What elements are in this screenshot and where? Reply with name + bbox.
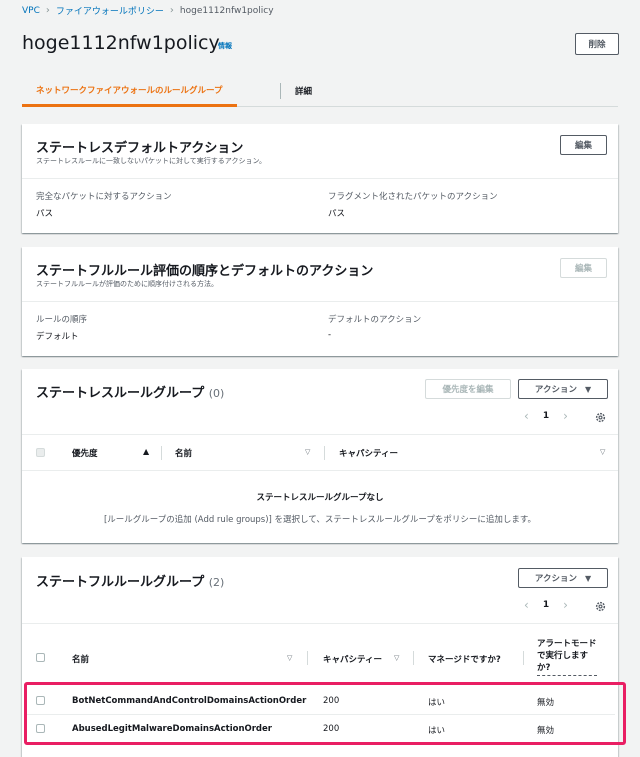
column-separator bbox=[161, 446, 162, 460]
stateful-rule-groups-panel: ステートフルルールグループ (2) アクション ▼ ‹ 1 › 名前 ▽ キャパ… bbox=[22, 557, 618, 757]
panel-description: ステートフルルールが評価のために順序付けされる方法。 bbox=[36, 280, 218, 288]
column-header-managed[interactable]: マネージドですか? bbox=[428, 653, 501, 665]
column-header-name[interactable]: 名前 bbox=[175, 447, 192, 459]
sort-icon[interactable]: ▽ bbox=[305, 448, 310, 456]
caret-down-icon: ▼ bbox=[584, 384, 592, 394]
empty-state-title: ステートレスルールグループなし bbox=[256, 493, 384, 503]
column-header-capacity[interactable]: キャパシティー bbox=[323, 653, 382, 665]
divider bbox=[22, 434, 618, 435]
column-separator bbox=[324, 446, 325, 460]
tab-details[interactable]: 詳細 bbox=[295, 75, 312, 107]
rule-group-count: (0) bbox=[208, 387, 225, 400]
breadcrumb-firewall-policies-link[interactable]: ファイアウォールポリシー bbox=[56, 4, 164, 17]
full-packet-action-label: 完全なパケットに対するアクション bbox=[36, 192, 172, 202]
chevron-right-icon[interactable]: › bbox=[563, 598, 568, 612]
alert-header-line: で実行します bbox=[537, 651, 589, 661]
fragment-action-label: フラグメント化されたパケットのアクション bbox=[328, 192, 498, 202]
alert-header-line: か? bbox=[537, 663, 551, 673]
info-link[interactable]: 情報 bbox=[218, 41, 232, 51]
row-checkbox[interactable] bbox=[36, 696, 45, 705]
pagination: ‹ 1 › bbox=[524, 598, 568, 612]
actions-dropdown-button[interactable]: アクション ▼ bbox=[518, 568, 608, 588]
rule-order-value: デフォルト bbox=[36, 332, 79, 342]
select-all-checkbox[interactable] bbox=[36, 653, 45, 662]
actions-dropdown-button[interactable]: アクション ▼ bbox=[518, 379, 608, 399]
chevron-right-icon: › bbox=[45, 5, 50, 16]
tab-divider bbox=[280, 83, 281, 99]
divider bbox=[22, 623, 618, 624]
rule-group-capacity: 200 bbox=[323, 696, 340, 706]
divider bbox=[22, 301, 618, 302]
chevron-left-icon[interactable]: ‹ bbox=[524, 409, 529, 423]
full-packet-action-value: パス bbox=[36, 209, 54, 219]
actions-label: アクション bbox=[534, 385, 577, 395]
pagination: ‹ 1 › bbox=[524, 409, 568, 423]
divider bbox=[22, 178, 618, 179]
sort-icon[interactable]: ▽ bbox=[394, 654, 399, 662]
rule-group-alert-mode: 無効 bbox=[537, 726, 555, 736]
panel-title: ステートレスルールグループ (0) bbox=[36, 382, 224, 401]
sort-icon[interactable]: ▽ bbox=[600, 448, 605, 456]
page-number[interactable]: 1 bbox=[543, 600, 549, 610]
table-row[interactable]: AbusedLegitMalwareDomainsActionOrder 200… bbox=[22, 715, 618, 742]
stateless-default-action-panel: ステートレスデフォルトアクション ステートレスルールに一致しないパケットに対して… bbox=[22, 124, 618, 233]
caret-down-icon: ▼ bbox=[584, 573, 592, 583]
sort-icon[interactable]: ▽ bbox=[287, 654, 292, 662]
rule-group-name: AbusedLegitMalwareDomainsActionOrder bbox=[72, 724, 272, 734]
column-separator bbox=[307, 651, 308, 665]
gear-icon[interactable] bbox=[595, 601, 606, 612]
page-title: hoge1112nfw1policy bbox=[22, 32, 220, 54]
column-separator bbox=[523, 651, 524, 665]
panel-description: ステートレスルールに一致しないパケットに対して実行するアクション。 bbox=[36, 157, 267, 165]
column-header-name[interactable]: 名前 bbox=[72, 653, 89, 665]
gear-icon[interactable] bbox=[595, 412, 606, 423]
column-header-alert-mode[interactable]: アラートモード で実行します か? bbox=[537, 638, 597, 676]
default-action-label: デフォルトのアクション bbox=[328, 315, 422, 325]
page-number[interactable]: 1 bbox=[543, 411, 549, 421]
rule-group-alert-mode: 無効 bbox=[537, 698, 555, 708]
chevron-left-icon[interactable]: ‹ bbox=[524, 598, 529, 612]
rule-group-managed: はい bbox=[428, 698, 446, 708]
panel-title: ステートフルルールグループ (2) bbox=[36, 571, 224, 590]
column-separator bbox=[413, 651, 414, 665]
rule-order-label: ルールの順序 bbox=[36, 315, 88, 325]
stateless-rule-groups-panel: ステートレスルールグループ (0) 優先度を編集 アクション ▼ ‹ 1 › 優… bbox=[22, 369, 618, 543]
edit-stateless-default-button[interactable]: 編集 bbox=[560, 135, 607, 155]
panel-title: ステートフルルール評価の順序とデフォルトのアクション bbox=[36, 264, 374, 279]
panel-title-text: ステートフルルールグループ bbox=[36, 575, 205, 590]
tab-bar: ネットワークファイアウォールのルールグループ 詳細 bbox=[22, 75, 618, 107]
rule-group-name: BotNetCommandAndControlDomainsActionOrde… bbox=[72, 696, 307, 706]
breadcrumb: VPC › ファイアウォールポリシー › hoge1112nfw1policy bbox=[22, 4, 274, 17]
edit-stateful-eval-button[interactable]: 編集 bbox=[560, 258, 607, 278]
column-header-priority[interactable]: 優先度 bbox=[72, 447, 98, 459]
column-header-capacity[interactable]: キャパシティー bbox=[339, 447, 398, 459]
default-action-value: - bbox=[328, 330, 332, 340]
divider bbox=[22, 470, 618, 471]
table-row[interactable]: BotNetCommandAndControlDomainsActionOrde… bbox=[22, 687, 618, 714]
chevron-right-icon[interactable]: › bbox=[563, 409, 568, 423]
rule-group-capacity: 200 bbox=[323, 724, 340, 734]
stateful-evaluation-panel: ステートフルルール評価の順序とデフォルトのアクション ステートフルルールが評価の… bbox=[22, 247, 618, 356]
panel-title-text: ステートレスルールグループ bbox=[36, 386, 205, 401]
alert-header-line: アラートモード bbox=[537, 639, 597, 649]
rule-group-managed: はい bbox=[428, 726, 446, 736]
row-checkbox[interactable] bbox=[36, 724, 45, 733]
edit-priority-button[interactable]: 優先度を編集 bbox=[425, 379, 511, 399]
tab-rule-groups[interactable]: ネットワークファイアウォールのルールグループ bbox=[22, 75, 237, 107]
chevron-right-icon: › bbox=[169, 5, 174, 16]
select-all-checkbox[interactable] bbox=[36, 448, 45, 457]
actions-label: アクション bbox=[534, 574, 577, 584]
empty-state-description: [ルールグループの追加 (Add rule groups)] を選択して、ステー… bbox=[103, 515, 537, 525]
rule-group-count: (2) bbox=[208, 576, 225, 589]
sort-ascending-icon[interactable]: ▲ bbox=[143, 447, 149, 456]
fragment-action-value: パス bbox=[328, 209, 346, 219]
delete-button[interactable]: 削除 bbox=[575, 33, 619, 55]
panel-title: ステートレスデフォルトアクション bbox=[36, 141, 244, 156]
breadcrumb-vpc-link[interactable]: VPC bbox=[22, 6, 40, 16]
breadcrumb-current: hoge1112nfw1policy bbox=[179, 5, 274, 16]
